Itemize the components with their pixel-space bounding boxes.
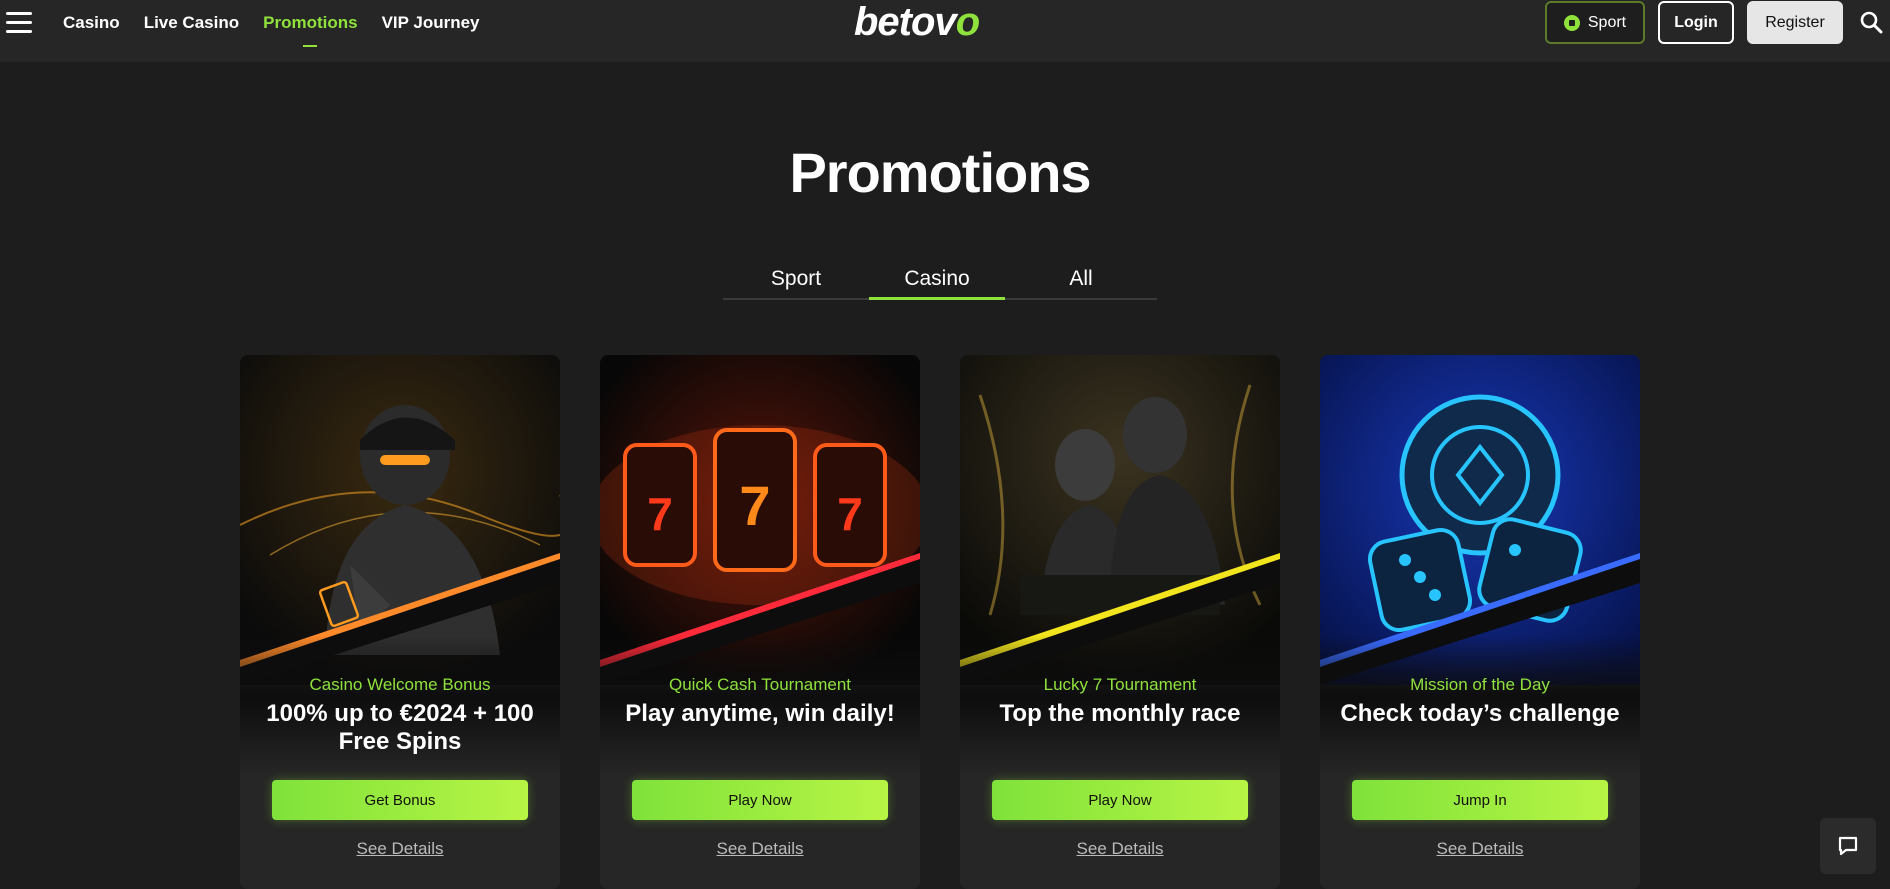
register-button[interactable]: Register: [1747, 1, 1843, 44]
promo-tabs: Sport Casino All: [723, 262, 1157, 300]
get-bonus-button[interactable]: Get Bonus: [272, 780, 528, 820]
promo-subtitle: Lucky 7 Tournament: [1043, 675, 1197, 694]
menu-icon[interactable]: [6, 12, 32, 34]
promo-subtitle: Quick Cash Tournament: [668, 675, 852, 694]
tab-casino[interactable]: Casino: [869, 262, 1005, 300]
promo-card-quick-cash[interactable]: 7 7 7 Quick Cash Tournament Play anytime…: [600, 355, 920, 889]
logo-dot: o: [955, 0, 980, 44]
svg-text:7: 7: [647, 488, 673, 540]
logo-text: betov: [854, 0, 957, 44]
promotion-cards: Casino Welcome Bonus 100% up to €2024 + …: [240, 355, 1640, 889]
page-title: Promotions: [789, 141, 1091, 204]
nav-promotions[interactable]: Promotions: [263, 13, 358, 47]
promo-title: Check today’s challenge: [1340, 700, 1620, 727]
promo-subtitle: Mission of the Day: [1410, 675, 1550, 694]
tab-all[interactable]: All: [1005, 262, 1157, 298]
sport-button-label: Sport: [1587, 13, 1627, 31]
brand-logo[interactable]: betovo: [854, 0, 980, 44]
jump-in-button[interactable]: Jump In: [1352, 780, 1608, 820]
promo-title: Top the monthly race: [999, 700, 1241, 727]
svg-text:7: 7: [739, 474, 770, 537]
nav-casino[interactable]: Casino: [63, 13, 120, 33]
play-now-button[interactable]: Play Now: [632, 780, 888, 820]
promo-card-lucky7[interactable]: Lucky 7 Tournament Top the monthly race …: [960, 355, 1280, 889]
play-now-button[interactable]: Play Now: [992, 780, 1248, 820]
tab-sport[interactable]: Sport: [723, 262, 869, 298]
chat-button[interactable]: [1820, 818, 1876, 874]
nav-vip-journey[interactable]: VIP Journey: [382, 13, 480, 33]
sport-button[interactable]: Sport: [1545, 1, 1645, 44]
main-nav: Casino Live Casino Promotions VIP Journe…: [63, 0, 480, 47]
see-details-link[interactable]: See Details: [1320, 839, 1640, 859]
see-details-link[interactable]: See Details: [600, 839, 920, 859]
promo-title: Play anytime, win daily!: [625, 700, 895, 727]
see-details-link[interactable]: See Details: [960, 839, 1280, 859]
svg-text:7: 7: [837, 488, 863, 540]
search-icon[interactable]: [1859, 10, 1883, 34]
login-button[interactable]: Login: [1658, 1, 1734, 44]
see-details-link[interactable]: See Details: [240, 839, 560, 859]
top-header: Casino Live Casino Promotions VIP Journe…: [0, 0, 1890, 62]
promo-title: 100% up to €2024 + 100 Free Spins: [266, 700, 534, 755]
chat-icon: [1838, 836, 1858, 856]
soccer-ball-icon: [1563, 14, 1580, 31]
promo-card-welcome-bonus[interactable]: Casino Welcome Bonus 100% up to €2024 + …: [240, 355, 560, 889]
promo-subtitle: Casino Welcome Bonus: [309, 675, 491, 694]
nav-live-casino[interactable]: Live Casino: [144, 13, 239, 33]
promo-card-mission[interactable]: Mission of the Day Check today’s challen…: [1320, 355, 1640, 889]
